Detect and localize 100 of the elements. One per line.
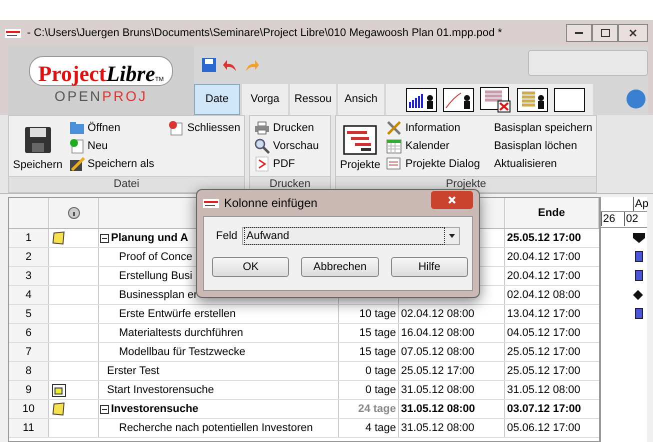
column-header[interactable]: Ende	[538, 204, 565, 222]
close-page-icon	[168, 120, 184, 136]
close-button[interactable]	[618, 24, 648, 42]
start-cell-text: 07.05.12 08:00	[401, 344, 474, 360]
minimize-icon	[575, 32, 583, 34]
start-cell-text: 02.04.12 08:00	[401, 306, 474, 322]
ribbon-button[interactable]: Projekte Dialog	[386, 155, 488, 173]
row-number: 7	[25, 344, 32, 360]
pdf-icon	[254, 156, 270, 172]
row-number: 10	[22, 402, 35, 417]
bar-chart-icon[interactable]	[406, 88, 437, 112]
note-icon	[52, 231, 66, 245]
end-cell-text: 20.04.12 17:00	[507, 250, 580, 265]
ribbon-button[interactable]: PDF	[254, 155, 327, 173]
task-name: Businessplan er	[119, 288, 198, 303]
ribbon-tab[interactable]: Ressou	[290, 84, 336, 115]
task-name: Recherche nach potentiellen Investoren	[119, 420, 313, 436]
task-bar	[635, 251, 643, 262]
printer-icon	[254, 121, 270, 135]
blank-tool-button[interactable]	[554, 88, 585, 112]
calendar-icon	[386, 138, 402, 154]
table-person-icon[interactable]	[517, 88, 548, 112]
ribbon-button[interactable]: Öffnen	[68, 119, 162, 137]
ribbon-tab[interactable]: Date	[194, 84, 240, 115]
end-cell-text: 20.04.12 17:00	[507, 268, 580, 284]
task-name: Planung und A	[111, 230, 188, 246]
dialog-button[interactable]: Hilfe	[390, 257, 468, 277]
collapse-toggle[interactable]	[100, 234, 109, 242]
row-number: 4	[25, 288, 32, 303]
group-title: Datei	[9, 176, 244, 192]
close-icon	[448, 196, 456, 204]
maximize-button[interactable]	[592, 24, 618, 42]
folder-icon	[68, 121, 85, 135]
duration-cell-text: 10 tage	[359, 306, 396, 322]
task-name: Start Investorensuche	[107, 382, 214, 398]
undo-icon[interactable]	[222, 58, 238, 72]
ribbon-button[interactable]: Vorschau	[254, 137, 327, 155]
close-button[interactable]	[431, 191, 473, 209]
ribbon-button[interactable]: Speichern als	[68, 155, 162, 173]
task-name: Erster Test	[107, 364, 160, 379]
row-number: 8	[25, 364, 32, 379]
month-label: Ap	[633, 197, 648, 211]
ribbon-button[interactable]: Drucken	[254, 119, 327, 137]
minimize-button[interactable]	[566, 24, 592, 42]
ribbon-button[interactable]: Basisplan speichern	[494, 119, 600, 137]
ribbon-tab[interactable]: Vorga	[242, 84, 288, 115]
task-name: Erstellung Busi	[119, 268, 192, 284]
ribbon-button[interactable]: Information	[386, 119, 488, 137]
save-icon[interactable]	[202, 58, 216, 72]
ribbon-big-button[interactable]: Speichern	[13, 119, 63, 176]
row-number: 1	[25, 230, 32, 246]
end-cell-text: 02.04.12 08:00	[507, 288, 580, 303]
task-name: Materialtests durchführen	[119, 326, 244, 341]
task-bar	[635, 270, 643, 281]
calendar-icon	[52, 384, 66, 396]
close-icon	[629, 29, 637, 37]
ribbon-button[interactable]: Kalender	[386, 137, 488, 155]
start-cell-text: 31.05.12 08:00	[401, 420, 474, 436]
line-chart-icon[interactable]	[443, 88, 474, 112]
task-name: Investorensuche	[111, 402, 198, 417]
ribbon-button[interactable]: Neu	[68, 137, 162, 155]
end-cell-text: 04.05.12 17:00	[507, 326, 580, 341]
dialog-button[interactable]: OK	[212, 257, 290, 277]
row-number: 3	[25, 268, 32, 284]
gantt-chart-icon	[343, 124, 378, 154]
day-label: 02	[624, 212, 647, 226]
ribbon-button[interactable]: Aktualisieren	[494, 155, 600, 173]
duration-cell-text: 15 tage	[359, 326, 396, 341]
ribbon-big-button[interactable]: Projekte	[340, 119, 380, 176]
row-number: 2	[25, 250, 32, 265]
collapse-toggle[interactable]	[100, 404, 109, 414]
window-title: - C:\Users\Juergen Bruns\Documents\Seminare\Project Libre\010 Megawoosh Plan 01.mpp.pod *	[27, 26, 502, 41]
day-label: 26	[601, 212, 624, 226]
note-icon	[52, 402, 66, 416]
dialog-button[interactable]: Abbrechen	[301, 257, 379, 277]
ribbon-button[interactable]: Basisplan löchen	[494, 137, 600, 155]
app-logo-icon	[203, 198, 219, 208]
row-number: 9	[25, 382, 32, 398]
ribbon-button[interactable]: Schliessen	[168, 119, 248, 137]
summary-bar	[633, 232, 645, 242]
field-label: Feld	[216, 228, 238, 244]
end-cell-text: 13.04.12 17:00	[507, 306, 580, 322]
table-delete-icon[interactable]	[480, 86, 511, 112]
duration-cell-text: 24 tage	[358, 402, 396, 417]
start-cell-text: 31.05.12 08:00	[401, 402, 476, 417]
row-number: 11	[22, 420, 34, 436]
ribbon-tab[interactable]: Ansich	[338, 84, 384, 115]
end-cell-text: 25.05.12 17:00	[507, 230, 582, 246]
info-icon	[68, 207, 80, 219]
task-name: Erste Entwürfe erstellen	[119, 306, 236, 322]
maximize-icon	[600, 29, 610, 37]
milestone-diamond	[633, 290, 643, 300]
task-name: Proof of Conce	[119, 250, 192, 265]
duration-cell-text: 4 tage	[365, 420, 396, 436]
tools-icon	[386, 120, 402, 136]
end-cell-text: 25.05.12 17:00	[507, 364, 580, 379]
duration-cell-text: 0 tage	[365, 364, 396, 379]
task-name: Modellbau für Testzwecke	[119, 344, 246, 360]
end-cell-text: 05.06.12 17:00	[507, 420, 580, 436]
field-dropdown[interactable]: Aufwand	[242, 227, 460, 245]
